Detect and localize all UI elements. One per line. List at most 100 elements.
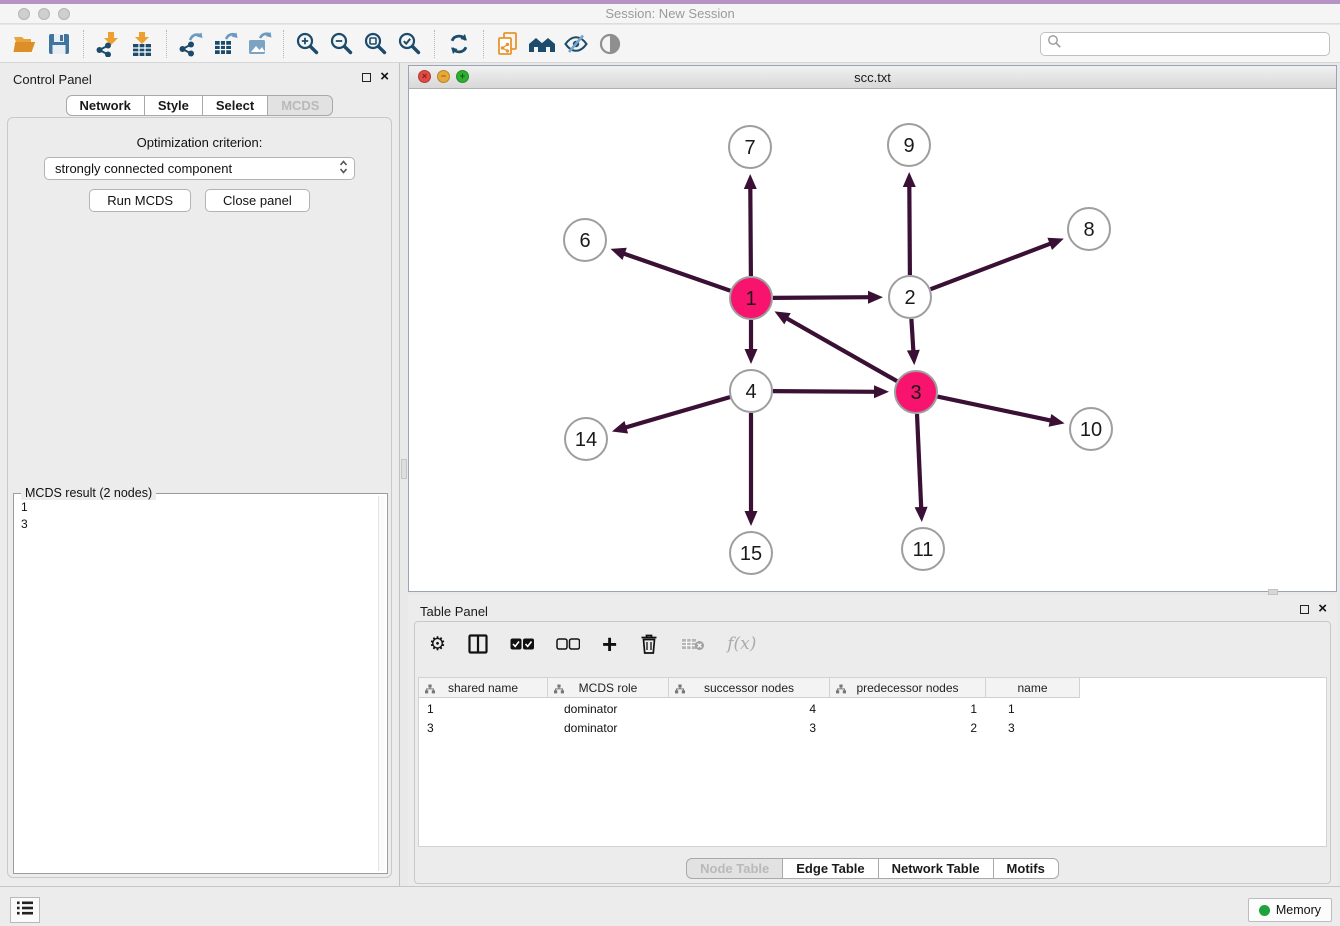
tab-mcds[interactable]: MCDS xyxy=(268,95,333,116)
node-label: 8 xyxy=(1083,219,1094,241)
cell: 3 xyxy=(419,721,548,735)
table-panel-inner: ⚙ + f xyxy=(414,621,1331,884)
show-all-icon[interactable] xyxy=(593,29,627,59)
edge-3-10[interactable] xyxy=(938,397,1053,421)
edge-2-8[interactable] xyxy=(931,243,1053,289)
edge-2-9[interactable] xyxy=(909,184,910,275)
edge-arrowhead-icon xyxy=(874,385,889,398)
function-builder-icon: f(x) xyxy=(727,634,756,654)
hide-selected-icon[interactable] xyxy=(559,29,593,59)
optimization-criterion-label: Optimization criterion: xyxy=(8,135,391,150)
refresh-icon[interactable] xyxy=(442,29,476,59)
table-panel-tabs: Node TableEdge TableNetwork TableMotifs xyxy=(686,858,1059,879)
tab-network-table[interactable]: Network Table xyxy=(879,858,994,879)
float-table-panel-button[interactable] xyxy=(1300,605,1309,614)
clone-network-icon[interactable] xyxy=(491,29,525,59)
edge-arrowhead-icon xyxy=(1049,414,1065,427)
node-label: 11 xyxy=(913,539,934,561)
mcds-result-group: MCDS result (2 nodes) 1 3 xyxy=(13,493,388,874)
toolbar-separator xyxy=(434,30,435,58)
main-toolbar xyxy=(0,25,1340,63)
memory-button[interactable]: Memory xyxy=(1248,898,1332,922)
edge-2-3[interactable] xyxy=(911,319,913,353)
tab-motifs[interactable]: Motifs xyxy=(994,858,1059,879)
search-input[interactable] xyxy=(1040,32,1330,56)
export-network-icon[interactable] xyxy=(174,29,208,59)
edge-3-11[interactable] xyxy=(917,414,921,510)
column-header-name[interactable]: name xyxy=(986,678,1080,698)
home-icon[interactable] xyxy=(525,29,559,59)
status-bar: Memory xyxy=(0,886,1340,926)
table-panel-title: Table Panel xyxy=(420,604,488,619)
zoom-out-icon[interactable] xyxy=(325,29,359,59)
close-table-panel-button[interactable]: × xyxy=(1318,603,1327,615)
add-column-icon[interactable]: + xyxy=(602,634,617,654)
show-columns-icon[interactable] xyxy=(468,634,488,654)
node-table-header: shared name MCDS role successor nodes prede… xyxy=(419,678,1326,698)
result-scrollbar[interactable] xyxy=(378,496,385,871)
import-table-icon[interactable] xyxy=(125,29,159,59)
toolbar-separator xyxy=(483,30,484,58)
cell: 1 xyxy=(986,702,1080,716)
task-history-button[interactable] xyxy=(10,897,40,923)
float-panel-button[interactable] xyxy=(362,73,371,82)
cell: 1 xyxy=(419,702,548,716)
edge-1-7[interactable] xyxy=(750,186,751,276)
tab-node-table[interactable]: Node Table xyxy=(686,858,783,879)
zoom-fit-icon[interactable] xyxy=(359,29,393,59)
open-session-icon[interactable] xyxy=(8,29,42,59)
edge-arrowhead-icon xyxy=(907,350,920,365)
import-network-icon[interactable] xyxy=(91,29,125,59)
column-header-successor-nodes[interactable]: successor nodes xyxy=(669,678,830,698)
network-canvas[interactable]: 7968124314101511 xyxy=(409,89,1336,591)
toolbar-separator xyxy=(283,30,284,58)
edge-1-6[interactable] xyxy=(622,253,730,291)
zoom-selected-icon[interactable] xyxy=(393,29,427,59)
cell: 3 xyxy=(669,721,830,735)
tab-network[interactable]: Network xyxy=(66,95,145,116)
zoom-in-icon[interactable] xyxy=(291,29,325,59)
save-session-icon[interactable] xyxy=(42,29,76,59)
delete-column-icon[interactable] xyxy=(639,633,659,655)
table-toolbar: ⚙ + f xyxy=(415,622,1330,666)
table-row[interactable]: 3dominator323 xyxy=(419,720,1326,736)
edge-1-2[interactable] xyxy=(773,297,871,298)
export-image-icon[interactable] xyxy=(242,29,276,59)
node-label: 9 xyxy=(903,135,914,157)
column-label: MCDS role xyxy=(579,681,638,695)
panel-splitter-handle[interactable] xyxy=(401,459,407,479)
close-panel-button-secondary[interactable]: Close panel xyxy=(205,189,310,212)
edge-arrowhead-icon xyxy=(612,421,628,434)
app-title: Session: New Session xyxy=(0,6,1340,21)
deselect-all-icon[interactable] xyxy=(556,638,580,650)
table-settings-icon[interactable]: ⚙ xyxy=(429,633,446,656)
edge-4-3[interactable] xyxy=(773,391,877,392)
network-window-titlebar[interactable]: × − + scc.txt xyxy=(409,66,1336,89)
column-header-MCDS-role[interactable]: MCDS role xyxy=(548,678,669,698)
column-label: name xyxy=(1017,681,1047,695)
cell: dominator xyxy=(548,702,669,716)
delete-table-icon xyxy=(681,637,705,651)
edge-arrowhead-icon xyxy=(745,511,758,526)
tab-style[interactable]: Style xyxy=(145,95,203,116)
edge-arrowhead-icon xyxy=(744,174,757,189)
edge-4-14[interactable] xyxy=(623,397,730,428)
tab-edge-table[interactable]: Edge Table xyxy=(783,858,878,879)
node-table-body: 1dominator4113dominator323 xyxy=(419,701,1326,736)
column-label: successor nodes xyxy=(704,681,794,695)
node-label: 6 xyxy=(579,230,590,252)
export-table-icon[interactable] xyxy=(208,29,242,59)
workspace: Control Panel × NetworkStyleSelectMCDS O… xyxy=(0,63,1340,886)
sort-hierarchy-icon xyxy=(675,683,685,697)
table-row[interactable]: 1dominator411 xyxy=(419,701,1326,717)
run-mcds-button[interactable]: Run MCDS xyxy=(89,189,191,212)
edge-3-1[interactable] xyxy=(785,317,897,381)
select-all-icon[interactable] xyxy=(510,638,534,650)
column-header-predecessor-nodes[interactable]: predecessor nodes xyxy=(830,678,986,698)
close-panel-button[interactable]: × xyxy=(380,71,389,83)
node-table: shared name MCDS role successor nodes prede… xyxy=(418,677,1327,847)
tab-select[interactable]: Select xyxy=(203,95,268,116)
optimization-criterion-select[interactable]: strongly connected component xyxy=(44,157,355,180)
mcds-result-text[interactable]: 1 3 xyxy=(16,497,377,871)
column-header-shared-name[interactable]: shared name xyxy=(419,678,548,698)
